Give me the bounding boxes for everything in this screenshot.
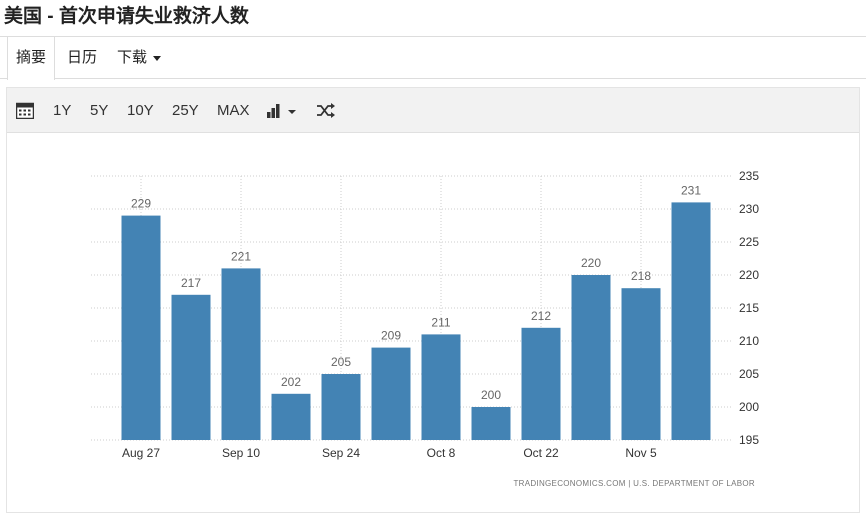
- chart-toolbar: 1Y 5Y 10Y 25Y MAX: [7, 88, 859, 133]
- data-label: 221: [231, 249, 251, 263]
- x-tick-label: Oct 22: [523, 446, 559, 460]
- range-1y-button[interactable]: 1Y: [53, 88, 71, 133]
- page-title: 美国 - 首次申请失业救济人数: [4, 6, 249, 27]
- data-label: 200: [481, 388, 501, 402]
- data-label: 231: [681, 183, 701, 197]
- y-tick-label: 225: [739, 235, 759, 249]
- x-tick-label: Nov 5: [625, 446, 657, 460]
- range-max-button[interactable]: MAX: [217, 88, 250, 133]
- bar-chart-icon[interactable]: [266, 103, 300, 124]
- tab-download[interactable]: 下载: [117, 37, 162, 79]
- bar[interactable]: [621, 288, 661, 440]
- x-tick-label: Oct 8: [427, 446, 456, 460]
- x-tick-label: Aug 27: [122, 446, 160, 460]
- data-label: 229: [131, 197, 151, 211]
- tab-summary[interactable]: 摘要: [7, 37, 56, 80]
- bar[interactable]: [371, 347, 411, 440]
- data-label: 218: [631, 269, 651, 283]
- data-label: 202: [281, 375, 301, 389]
- bar[interactable]: [121, 215, 161, 440]
- data-label: 220: [581, 256, 601, 270]
- tab-calendar[interactable]: 日历: [67, 37, 97, 79]
- tab-download-label: 下载: [117, 49, 148, 66]
- range-5y-button[interactable]: 5Y: [90, 88, 108, 133]
- bar[interactable]: [321, 374, 361, 440]
- source-attribution: TRADINGECONOMICS.COM | U.S. DEPARTMENT O…: [513, 479, 755, 488]
- tab-calendar-label: 日历: [67, 49, 98, 66]
- bar[interactable]: [571, 275, 611, 440]
- bar[interactable]: [671, 202, 711, 440]
- range-25y-button[interactable]: 25Y: [172, 88, 199, 133]
- y-tick-label: 220: [739, 268, 759, 282]
- shuffle-icon[interactable]: [316, 102, 336, 124]
- bar-layer: [121, 202, 711, 440]
- data-label: 212: [531, 309, 551, 323]
- caret-down-icon: [153, 55, 162, 61]
- chart-panel: 1Y 5Y 10Y 25Y MAX 229 217 221 202 205 209 211 2…: [6, 87, 860, 513]
- tab-bar: 摘要 日历 下载: [0, 36, 866, 80]
- y-tick-label: 195: [739, 433, 759, 447]
- label-layer: 229 217 221 202 205 209 211 200 212 220 218 231: [131, 183, 701, 402]
- caret-down-icon: [288, 110, 296, 114]
- x-tick-label: Sep 10: [222, 446, 260, 460]
- y-tick-label: 210: [739, 334, 759, 348]
- bar[interactable]: [271, 393, 311, 440]
- y-tick-label: 200: [739, 400, 759, 414]
- data-label: 205: [331, 355, 351, 369]
- bar[interactable]: [521, 327, 561, 440]
- x-tick-label: Sep 24: [322, 446, 360, 460]
- bar[interactable]: [421, 334, 461, 440]
- y-tick-label: 230: [739, 202, 759, 216]
- bar[interactable]: [221, 268, 261, 440]
- data-label: 211: [431, 315, 450, 329]
- bar-chart: 229 217 221 202 205 209 211 200 212 220 218 231 195…: [91, 169, 759, 488]
- calendar-icon[interactable]: [15, 102, 35, 124]
- tab-summary-label: 摘要: [16, 49, 47, 66]
- bar[interactable]: [471, 407, 511, 440]
- y-tick-label: 205: [739, 367, 759, 381]
- range-10y-button[interactable]: 10Y: [127, 88, 154, 133]
- y-tick-label: 215: [739, 301, 759, 315]
- bar[interactable]: [171, 294, 211, 440]
- data-label: 217: [181, 276, 201, 290]
- data-label: 209: [381, 329, 401, 343]
- y-tick-label: 235: [739, 169, 759, 183]
